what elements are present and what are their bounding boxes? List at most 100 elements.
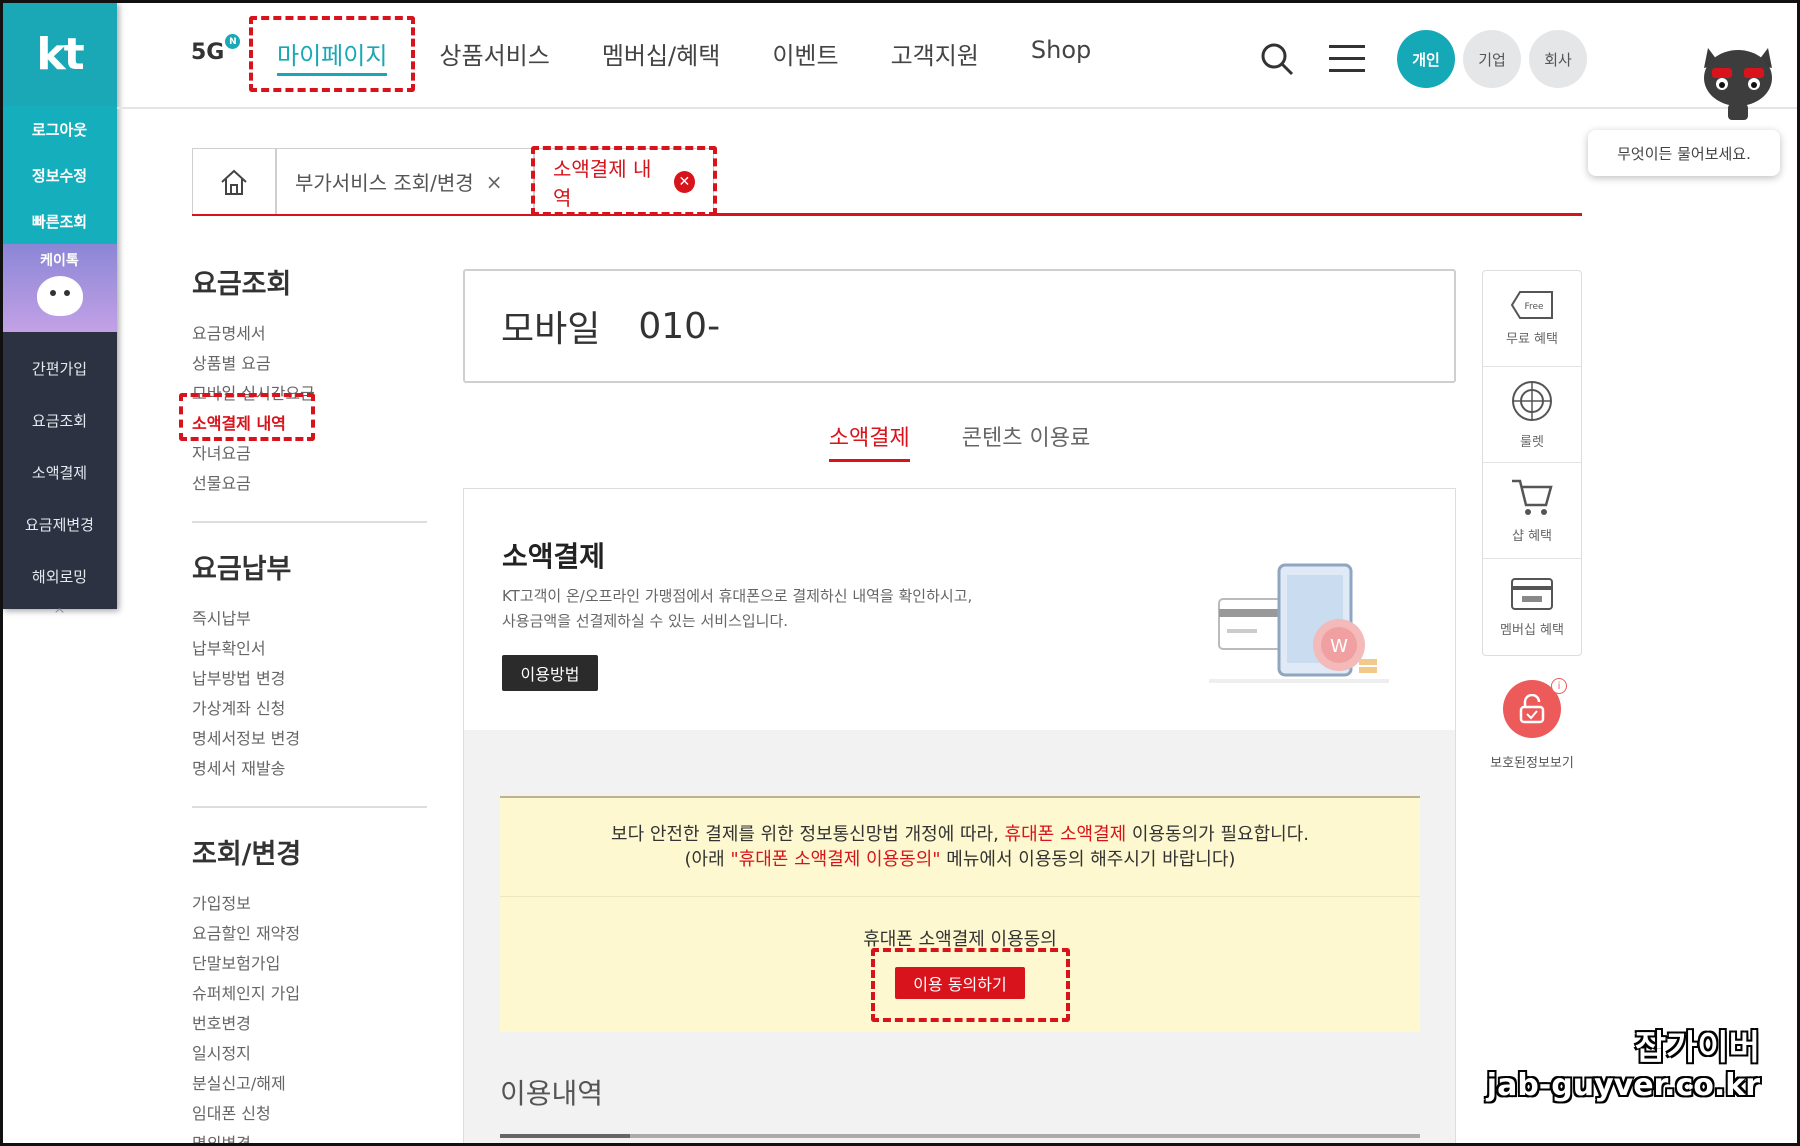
tab-addon-services-label: 부가서비스 조회/변경 [295,171,474,195]
roulette-label: 룰렛 [1520,435,1544,450]
tab-addon-services[interactable]: 부가서비스 조회/변경 × [276,148,534,214]
menu-item[interactable]: 즉시납부 [192,604,427,634]
segment-personal-button[interactable]: 개인 [1397,30,1455,88]
chatbot-mascot-icon[interactable] [1690,28,1786,124]
howto-button[interactable]: 이용방법 [502,655,598,691]
micropay-info-card: 소액결제 KT고객이 온/오프라인 가맹점에서 휴대폰으로 결제하신 내역을 확… [463,488,1456,730]
tab-home[interactable] [192,148,276,214]
kt-logo[interactable]: kt [2,2,117,106]
menu-item[interactable]: 요금명세서 [192,319,427,349]
menu-item[interactable]: 번호변경 [192,1009,427,1039]
protected-info-button[interactable]: i 보호된정보보기 [1482,678,1582,771]
watermark: 잡가이버 jab-guyver.co.kr [1486,1027,1761,1104]
phone-number: 010- [638,305,721,347]
menu-item[interactable]: 명의변경 [192,1129,427,1146]
free-benefit-button[interactable]: Free 무료 혜택 [1483,271,1581,367]
page-tab-bar: 부가서비스 조회/변경 × 소액결제 내역 ✕ [192,148,1582,216]
menu-item[interactable]: 일시정지 [192,1039,427,1069]
quick-item-bill[interactable]: 요금조회 [2,394,117,446]
menu-item[interactable]: 임대폰 신청 [192,1099,427,1129]
menu-item[interactable]: 요금할인 재약정 [192,919,427,949]
character-face-icon [36,276,83,316]
edit-info-link[interactable]: 정보수정 [2,152,117,198]
protected-info-label: 보호된정보보기 [1490,756,1574,771]
law-notice: 보다 안전한 결제를 위한 정보통신망법 개정에 따라, 휴대폰 소액결제 이용… [500,796,1420,896]
info-badge-icon: i [1551,678,1567,694]
menu-group-payment: 요금납부 즉시납부 납부확인서 납부방법 변경 가상계좌 신청 명세서정보 변경… [192,547,427,808]
quick-item-simple-join[interactable]: 간편가입 [2,342,117,394]
5g-badge-icon: N [225,34,241,49]
quick-item-plan-change[interactable]: 요금제변경 [2,498,117,550]
quick-item-roaming[interactable]: 해외로밍 [2,550,117,602]
highlight-agree-button [871,948,1070,1022]
watermark-url: jab-guyver.co.kr [1486,1067,1761,1104]
roulette-button[interactable]: 룰렛 [1483,367,1581,463]
highlight-menu-item [179,393,315,441]
menu-item[interactable]: 가상계좌 신청 [192,694,427,724]
membership-benefit-button[interactable]: 멤버십 혜택 [1483,559,1581,655]
cart-icon [1512,479,1553,515]
nav-membership[interactable]: 멤버십/혜택 [602,36,721,76]
payment-illustration-icon: W [1209,563,1389,683]
5g-logo[interactable]: 5G N [191,34,241,65]
menu-group-title: 요금조회 [192,269,292,300]
search-icon[interactable] [1257,39,1297,79]
card-description: KT고객이 온/오프라인 가맹점에서 휴대폰으로 결제하신 내역을 확인하시고,… [502,587,973,630]
menu-item[interactable]: 슈퍼체인지 가입 [192,979,427,1009]
lock-icon: i [1503,678,1567,738]
scroll-up-icon[interactable]: ^ [2,602,117,628]
chatbot-character-label: 케이톡 [40,253,79,269]
shop-benefit-button[interactable]: 샵 혜택 [1483,463,1581,559]
free-benefit-label: 무료 혜택 [1506,332,1558,347]
nav-events[interactable]: 이벤트 [772,36,838,76]
home-icon [221,169,247,195]
svg-text:W: W [1330,636,1348,657]
menu-item[interactable]: 분실신고/해제 [192,1069,427,1099]
quick-bar: kt 로그아웃 정보수정 빠른조회 케이톡 간편가입 요금조회 소액결제 요금제… [2,2,117,623]
menu-group-title: 요금납부 [192,554,292,585]
segment-company-button[interactable]: 회사 [1529,30,1587,88]
membership-benefit-label: 멤버십 혜택 [1500,622,1564,638]
menu-group-title: 조회/변경 [192,839,302,870]
nav-shop[interactable]: Shop [1031,36,1091,76]
subtab-content-fee[interactable]: 콘텐츠 이용료 [962,420,1090,462]
history-title: 이용내역 [500,1077,604,1110]
menu-item[interactable]: 납부확인서 [192,634,427,664]
menu-item[interactable]: 선물요금 [192,469,427,499]
logout-link[interactable]: 로그아웃 [2,106,117,152]
free-tag-icon: Free [1510,291,1553,319]
consent-section: 보다 안전한 결제를 위한 정보통신망법 개정에 따라, 휴대폰 소액결제 이용… [463,730,1456,1146]
segment-business-button[interactable]: 기업 [1463,30,1521,88]
roulette-icon [1512,381,1552,421]
menu-item[interactable]: 명세서정보 변경 [192,724,427,754]
notice-line-1: 보다 안전한 결제를 위한 정보통신망법 개정에 따라, 휴대폰 소액결제 이용… [611,824,1309,845]
quick-item-micropay[interactable]: 소액결제 [2,446,117,498]
membership-card-icon [1511,577,1553,610]
subtab-micropay[interactable]: 소액결제 [828,420,910,462]
menu-icon[interactable] [1327,39,1367,79]
chatbot-prompt-bubble[interactable]: 무엇이든 물어보세요. [1588,130,1780,176]
quick-lookup-link[interactable]: 빠른조회 [2,198,117,244]
right-quick-menu: Free 무료 혜택 룰렛 샵 혜택 멤버십 혜택 [1482,270,1582,656]
menu-item[interactable]: 가입정보 [192,889,427,919]
close-icon[interactable]: × [486,170,503,194]
history-divider [500,1134,1420,1138]
menu-item[interactable]: 명세서 재발송 [192,754,427,784]
sub-tabs: 소액결제 콘텐츠 이용료 [463,420,1456,462]
menu-item[interactable]: 납부방법 변경 [192,664,427,694]
shop-benefit-label: 샵 혜택 [1511,529,1552,544]
highlight-mypage [249,16,415,92]
highlight-current-tab [531,146,717,216]
line-type: 모바일 [501,309,601,350]
watermark-name: 잡가이버 [1634,1027,1761,1069]
menu-group-lookup: 조회/변경 가입정보 요금할인 재약정 단말보험가입 슈퍼체인지 가입 번호변경… [192,832,427,1146]
menu-item[interactable]: 단말보험가입 [192,949,427,979]
nav-support[interactable]: 고객지원 [891,36,979,76]
line-selector[interactable]: 모바일 010- [463,269,1456,383]
notice-line-2: (아래 "휴대폰 소액결제 이용동의" 메뉴에서 이용동의 해주시기 바랍니다) [684,849,1236,870]
chatbot-character-button[interactable]: 케이톡 [2,244,117,332]
svg-text:Free: Free [1524,302,1544,312]
nav-products[interactable]: 상품서비스 [439,36,549,76]
menu-item[interactable]: 상품별 요금 [192,349,427,379]
menu-item[interactable]: 자녀요금 [192,439,427,469]
